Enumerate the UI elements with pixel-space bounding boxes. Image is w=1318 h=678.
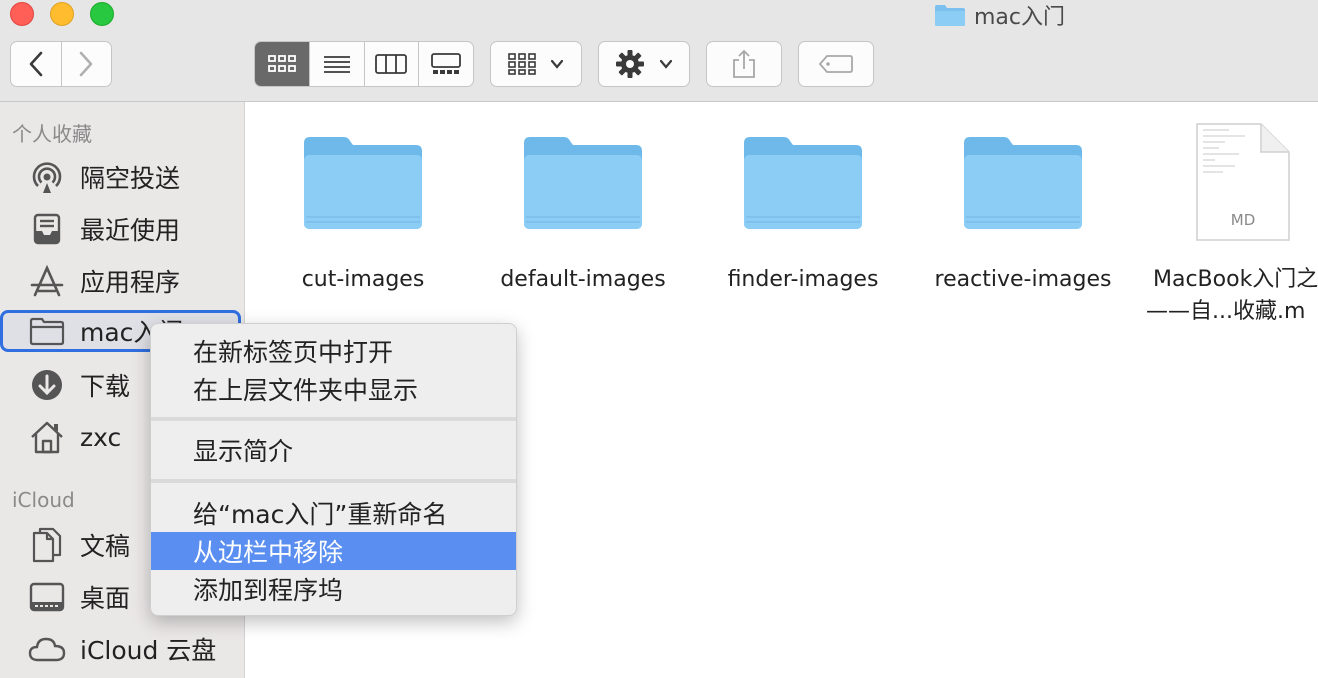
menu-separator [151,479,516,483]
tag-icon [818,55,853,73]
documents-icon [28,526,66,564]
applications-icon [28,262,66,300]
file-name: MacBook入门之 ——自...收藏.m [1146,264,1318,328]
view-mode-control [254,41,474,87]
folder-icon [935,5,965,26]
toolbar: mac入门 [0,0,1318,102]
sidebar-item-home[interactable]: zxc [28,417,121,457]
share-icon [733,49,755,78]
file-name: reactive-images [934,267,1112,292]
file-name-line2: ——自...收藏.m [1146,299,1306,324]
menu-item-show-in-enclosing-folder[interactable]: 在上层文件夹中显示 [151,370,516,408]
icon-view-button[interactable] [255,42,310,86]
sidebar-item-label: 应用程序 [80,268,181,297]
sidebar-item-label: 桌面 [80,584,131,613]
context-menu: 在新标签页中打开 在上层文件夹中显示 显示简介 给“mac入门”重新命名 从边栏… [150,323,517,616]
share-button[interactable] [706,41,782,87]
sidebar-item-recents[interactable]: 最近使用 [28,209,180,249]
folder-icon [962,122,1084,242]
cloud-icon [28,630,66,668]
home-icon [28,418,66,456]
grid-view-icon [267,55,296,72]
sidebar-item-desktop[interactable]: 桌面 [28,577,130,617]
chevron-right-icon [79,51,93,77]
folder-icon [522,122,644,242]
file-item[interactable]: finder-images [693,122,913,296]
group-by-button[interactable] [490,41,582,87]
file-item[interactable]: cut-images [253,122,473,296]
folder-icon [302,122,424,242]
menu-separator [151,417,516,421]
navigation-buttons [10,41,112,87]
menu-item-open-in-new-tab[interactable]: 在新标签页中打开 [151,332,516,370]
favorites-header: 个人收藏 [12,122,92,146]
folder-icon [28,312,66,350]
desktop-icon [28,578,66,616]
sidebar-item-label: zxc [80,422,122,452]
action-menu-button[interactable] [598,41,690,87]
group-grid-icon [508,53,536,75]
sidebar-item-label: 下载 [80,372,131,401]
recents-icon [28,210,66,248]
menu-item-remove-from-sidebar[interactable]: 从边栏中移除 [151,532,516,570]
forward-button[interactable] [62,42,112,86]
gallery-view-icon [431,53,462,74]
window-title-text: mac入门 [974,5,1066,30]
column-view-button[interactable] [365,42,420,86]
minimize-window-button[interactable] [50,2,74,26]
file-type-badge: MD [1230,211,1256,229]
file-name: default-images [500,267,666,292]
list-view-icon [323,56,350,73]
download-icon [28,366,66,404]
sidebar-item-label: 隔空投送 [80,164,181,193]
menu-item-add-to-dock[interactable]: 添加到程序坞 [151,570,516,608]
chevron-down-icon [659,59,673,69]
sidebar-item-airdrop[interactable]: 隔空投送 [28,157,180,197]
folder-icon [742,122,864,242]
menu-item-rename[interactable]: 给“mac入门”重新命名 [151,494,516,532]
airdrop-icon [28,158,66,196]
sidebar-item-label: 文稿 [80,532,131,561]
gear-icon [616,50,644,78]
file-name: finder-images [727,267,879,292]
file-item[interactable]: default-images [473,122,693,296]
sidebar-item-downloads[interactable]: 下载 [28,365,130,405]
gallery-view-button[interactable] [419,42,473,86]
file-name-line1: MacBook入门之 [1153,267,1318,292]
close-window-button[interactable] [10,2,34,26]
sidebar-item-label: iCloud 云盘 [80,636,217,665]
tags-button[interactable] [798,41,874,87]
sidebar-item-documents[interactable]: 文稿 [28,525,130,565]
chevron-down-icon [550,59,564,69]
window-title: mac入门 [934,0,1065,30]
file-item[interactable]: reactive-images [913,122,1133,296]
menu-item-get-info[interactable]: 显示简介 [151,431,516,469]
icloud-header: iCloud [12,488,75,512]
file-item[interactable]: MD MacBook入门之 ——自...收藏.m [1133,122,1318,328]
file-name: cut-images [301,267,425,292]
sidebar-item-label: 最近使用 [80,216,181,245]
chevron-left-icon [29,51,43,77]
list-view-button[interactable] [310,42,365,86]
column-view-icon [375,54,408,74]
sidebar-item-applications[interactable]: 应用程序 [28,261,180,301]
markdown-file-icon: MD [1133,122,1318,242]
sidebar-item-icloud-drive[interactable]: iCloud 云盘 [28,629,216,669]
back-button[interactable] [11,42,62,86]
maximize-window-button[interactable] [90,2,114,26]
